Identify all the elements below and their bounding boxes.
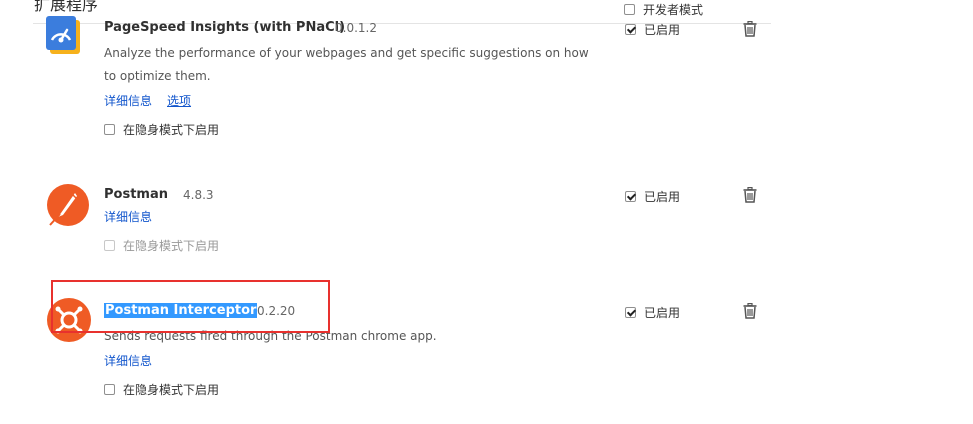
- trash-icon[interactable]: [743, 21, 757, 37]
- enabled-checkbox[interactable]: [625, 191, 636, 202]
- trash-icon[interactable]: [743, 187, 757, 203]
- developer-mode-label: 开发者模式: [643, 3, 704, 17]
- enabled-label: 已启用: [644, 190, 681, 204]
- developer-mode-checkbox[interactable]: [624, 4, 635, 15]
- incognito-label: 在隐身模式下启用: [123, 383, 220, 397]
- incognito-checkbox[interactable]: [104, 384, 115, 395]
- page-title: 扩展程序: [34, 0, 99, 14]
- extension-description: Analyze the performance of your webpages…: [104, 46, 589, 83]
- incognito-checkbox[interactable]: [104, 124, 115, 135]
- incognito-label: 在隐身模式下启用: [123, 123, 220, 137]
- details-link[interactable]: 详细信息: [104, 352, 152, 369]
- pagespeed-icon: [46, 16, 80, 54]
- enabled-label: 已启用: [644, 23, 681, 37]
- incognito-checkbox[interactable]: [104, 240, 115, 251]
- extension-name: Postman: [104, 187, 168, 202]
- postman-icon: [47, 184, 89, 226]
- enabled-toggle[interactable]: 已启用: [625, 21, 680, 38]
- enabled-checkbox[interactable]: [625, 24, 636, 35]
- extension-version: 4.8.3: [183, 188, 214, 202]
- incognito-label: 在隐身模式下启用: [123, 239, 220, 253]
- enabled-toggle[interactable]: 已启用: [625, 188, 680, 205]
- enabled-checkbox[interactable]: [625, 307, 636, 318]
- extension-version: 0.0.1.2: [335, 21, 377, 35]
- trash-icon[interactable]: [743, 303, 757, 319]
- incognito-toggle[interactable]: 在隐身模式下启用: [104, 121, 219, 138]
- extension-name: PageSpeed Insights (with PNaCl): [104, 20, 346, 35]
- enabled-toggle[interactable]: 已启用: [625, 304, 680, 321]
- developer-mode-toggle[interactable]: 开发者模式: [624, 1, 703, 18]
- options-link[interactable]: 选项: [167, 92, 191, 109]
- details-link[interactable]: 详细信息: [104, 92, 152, 109]
- highlight-box: [51, 280, 330, 333]
- enabled-label: 已启用: [644, 306, 681, 320]
- incognito-toggle[interactable]: 在隐身模式下启用: [104, 237, 219, 254]
- incognito-toggle[interactable]: 在隐身模式下启用: [104, 381, 219, 398]
- details-link[interactable]: 详细信息: [104, 208, 152, 225]
